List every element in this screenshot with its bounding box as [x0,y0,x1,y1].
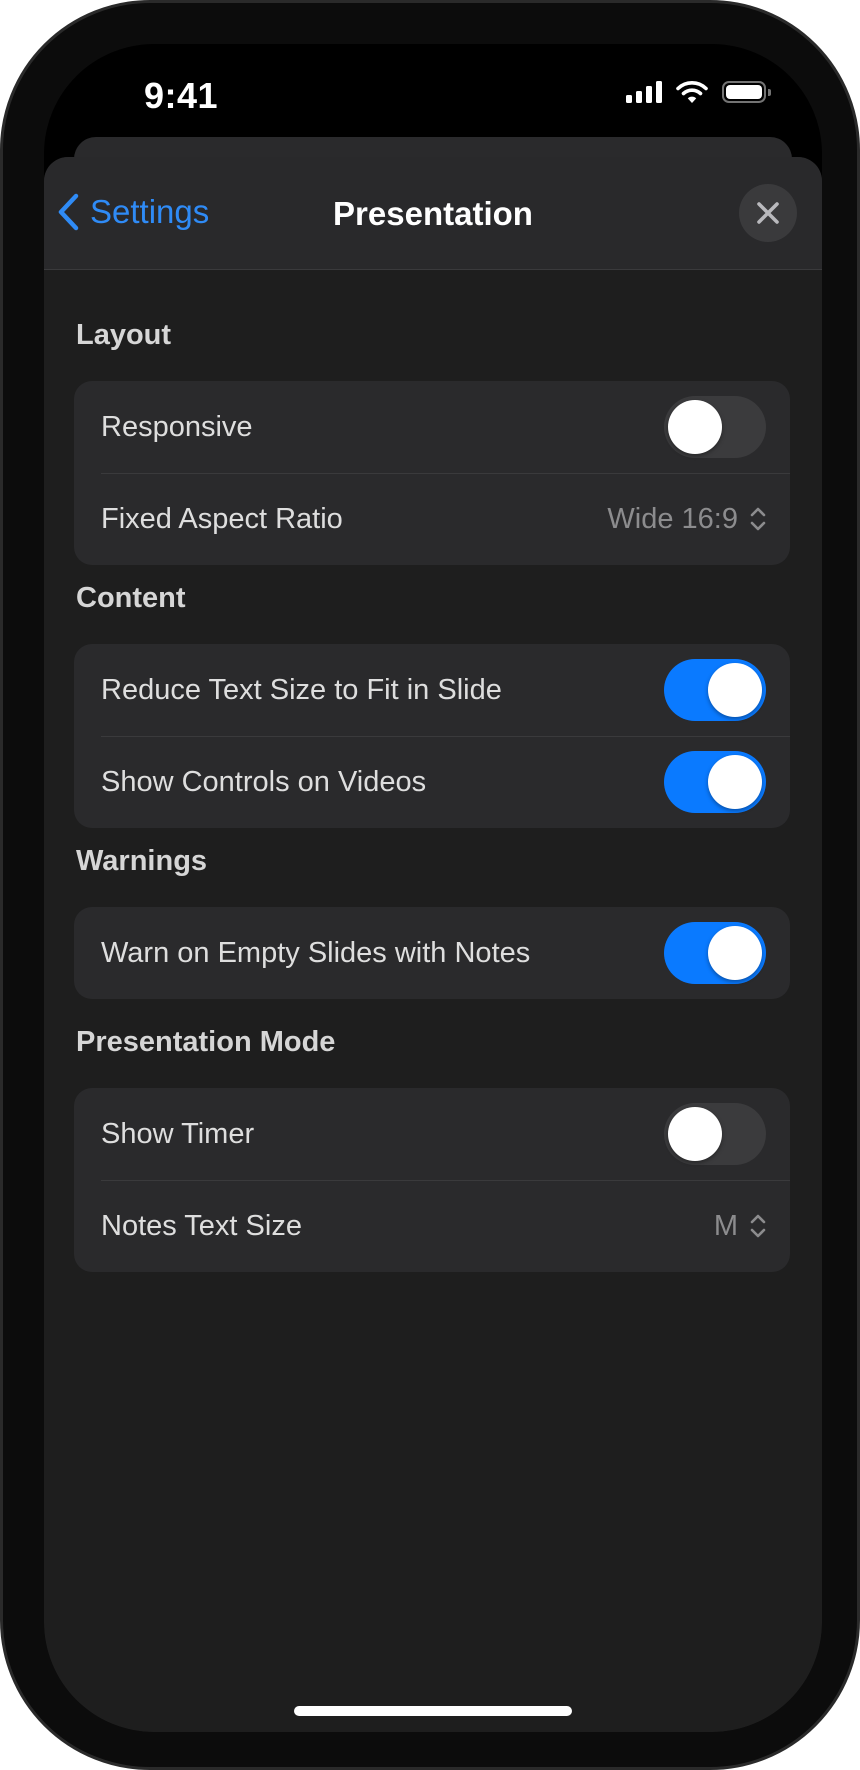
show-controls-toggle[interactable] [664,751,766,813]
row-label: Responsive [101,410,253,443]
aspect-ratio-popup[interactable]: Wide 16:9 [607,503,766,536]
toggle-knob [708,926,762,980]
row-reduce-text-size[interactable]: Reduce Text Size to Fit in Slide [74,644,790,736]
chevron-up-down-icon [750,507,766,531]
row-fixed-aspect-ratio[interactable]: Fixed Aspect Ratio Wide 16:9 [74,473,790,565]
chevron-up-down-icon [750,1214,766,1238]
screen: 9:41 Settings Presentation Layout Respon… [44,44,822,1732]
section-title-layout: Layout [76,319,172,351]
row-show-controls-on-videos[interactable]: Show Controls on Videos [74,736,790,828]
responsive-toggle[interactable] [664,396,766,458]
row-label: Warn on Empty Slides with Notes [101,936,531,969]
wifi-icon [676,81,708,103]
content-group: Reduce Text Size to Fit in Slide Show Co… [74,644,790,828]
toggle-knob [668,400,722,454]
layout-group: Responsive Fixed Aspect Ratio Wide 16:9 [74,381,790,565]
reduce-text-size-toggle[interactable] [664,659,766,721]
warn-empty-slides-toggle[interactable] [664,922,766,984]
close-icon [757,202,779,224]
warnings-group: Warn on Empty Slides with Notes [74,907,790,999]
row-notes-text-size[interactable]: Notes Text Size M [74,1180,790,1272]
close-button[interactable] [739,184,797,242]
row-label: Fixed Aspect Ratio [101,502,343,535]
row-label: Show Timer [101,1117,255,1150]
aspect-ratio-value: Wide 16:9 [607,502,738,535]
home-indicator[interactable] [294,1706,572,1716]
page-title: Presentation [333,195,533,232]
phone-frame: 9:41 Settings Presentation Layout Respon… [0,0,860,1770]
cellular-signal-icon [626,81,662,103]
row-label: Notes Text Size [101,1209,302,1242]
row-label: Reduce Text Size to Fit in Slide [101,673,502,706]
show-timer-toggle[interactable] [664,1103,766,1165]
toggle-knob [668,1107,722,1161]
settings-sheet: Settings Presentation Layout Responsive [44,157,822,1732]
navigation-bar: Settings Presentation [44,157,822,270]
row-responsive[interactable]: Responsive [74,381,790,473]
row-warn-empty-slides[interactable]: Warn on Empty Slides with Notes [74,907,790,999]
presentation-mode-group: Show Timer Notes Text Size M [74,1088,790,1272]
toggle-knob [708,663,762,717]
status-time: 9:41 [144,75,219,116]
notes-text-size-value: M [713,1209,738,1242]
section-title-content: Content [76,582,186,614]
battery-icon [722,81,771,103]
status-bar: 9:41 [44,44,822,144]
section-title-presentation-mode: Presentation Mode [76,1026,336,1058]
notes-text-size-popup[interactable]: M [714,1210,766,1243]
row-show-timer[interactable]: Show Timer [74,1088,790,1180]
status-icons [626,80,771,104]
section-title-warnings: Warnings [76,845,208,877]
row-label: Show Controls on Videos [101,765,427,798]
toggle-knob [708,755,762,809]
